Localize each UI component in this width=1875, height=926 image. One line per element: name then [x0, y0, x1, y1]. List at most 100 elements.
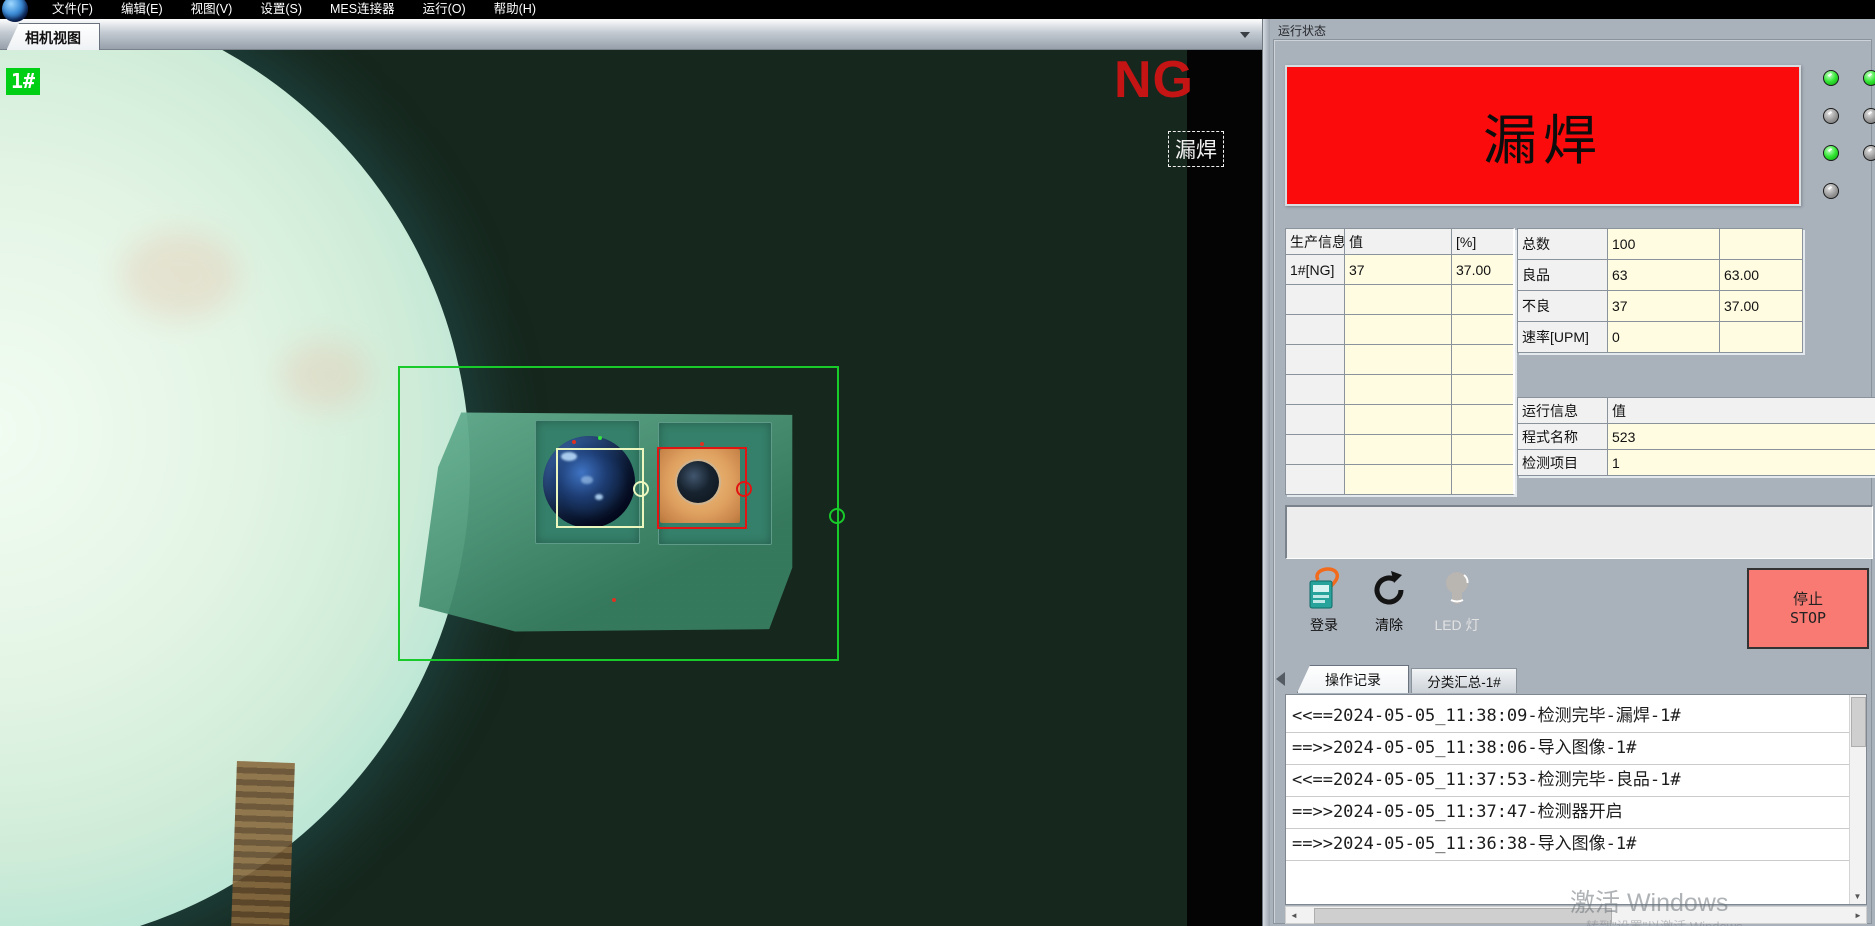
row-label: 良品: [1518, 260, 1607, 290]
led-lamp-icon: [1437, 567, 1477, 611]
camera-tab-strip: 相机视图: [0, 19, 1262, 50]
menu-bar: 文件(F) 编辑(E) 视图(V) 设置(S) MES连接器 运行(O) 帮助(…: [0, 0, 1875, 19]
windows-activation-watermark-line2: 转到"设置"以激活 Windows。: [1586, 916, 1756, 926]
menu-run[interactable]: 运行(O): [409, 0, 480, 19]
roi-rectangle: [398, 366, 839, 661]
led-indicator: [1823, 108, 1839, 124]
disc-blotch: [280, 340, 370, 410]
menu-mes-connector[interactable]: MES连接器: [316, 0, 409, 19]
clear-button[interactable]: 清除: [1359, 567, 1419, 635]
defect-tag: 漏焊: [1168, 131, 1224, 167]
table-cell: [1452, 345, 1513, 374]
log-entry: <<==2024-05-05_11:37:53-检测完毕-良品-1#: [1286, 765, 1866, 797]
table-cell: [1286, 435, 1344, 464]
table-cell: [1345, 345, 1451, 374]
table-cell: [1720, 322, 1802, 352]
roi-notch: [829, 508, 845, 524]
login-icon: [1304, 567, 1344, 611]
scroll-right-arrow-icon[interactable]: ►: [1850, 907, 1866, 923]
table-cell: [1452, 375, 1513, 404]
status-panel: 运行状态 漏焊 生产信息 值 [%] 1#[NG] 37 37.00: [1270, 19, 1875, 926]
table-cell: 37.00: [1452, 255, 1513, 284]
menu-edit[interactable]: 编辑(E): [107, 0, 177, 19]
column-header: 运行信息: [1518, 398, 1607, 423]
table-cell: 523: [1608, 424, 1875, 449]
scroll-down-arrow-icon[interactable]: ▼: [1851, 889, 1864, 903]
table-cell: [1345, 315, 1451, 344]
production-table: 生产信息 值 [%] 1#[NG] 37 37.00: [1285, 228, 1515, 495]
log-vertical-scrollbar[interactable]: ▼: [1849, 695, 1866, 904]
led-indicator: [1823, 145, 1839, 161]
tab-scroll-left-icon[interactable]: [1276, 672, 1285, 686]
row-label: 检测项目: [1518, 450, 1607, 475]
scrollbar-thumb[interactable]: [1314, 908, 1612, 924]
row-label: 不良: [1518, 291, 1607, 321]
column-header: 值: [1345, 229, 1451, 254]
camera-letterbox: [1187, 50, 1262, 926]
tab-operation-log[interactable]: 操作记录: [1297, 665, 1409, 693]
row-label: 速率[UPM]: [1518, 322, 1607, 352]
totals-table: 总数 100 良品 63 63.00 不良 37 37.00 速率[UPM] 0: [1517, 228, 1803, 353]
table-cell: [1452, 435, 1513, 464]
stop-button[interactable]: 停止 STOP: [1747, 568, 1869, 649]
chevron-down-icon[interactable]: [1240, 32, 1250, 38]
table-cell: [1452, 405, 1513, 434]
table-cell: 63: [1608, 260, 1719, 290]
menu-file[interactable]: 文件(F): [38, 0, 107, 19]
clear-label: 清除: [1375, 615, 1403, 635]
table-cell: 37: [1608, 291, 1719, 321]
scroll-left-arrow-icon[interactable]: ◄: [1286, 907, 1302, 923]
table-cell: [1345, 435, 1451, 464]
table-cell: [1286, 345, 1344, 374]
row-label: 总数: [1518, 229, 1607, 259]
table-cell: [1345, 375, 1451, 404]
camera-viewport[interactable]: 1# NG 漏焊: [0, 50, 1262, 926]
disc-blotch: [120, 230, 240, 320]
led-indicator: [1823, 183, 1839, 199]
station-badge: 1#: [6, 68, 40, 95]
clear-icon: [1369, 567, 1409, 611]
operation-log-list: <<==2024-05-05_11:38:09-检测完毕-漏焊-1# ==>>2…: [1285, 694, 1867, 905]
table-cell: [1345, 405, 1451, 434]
login-button[interactable]: 登录: [1294, 567, 1354, 635]
table-cell: 1: [1608, 450, 1875, 475]
log-entry: ==>>2024-05-05_11:37:47-检测器开启: [1286, 797, 1866, 829]
led-indicator: [1863, 108, 1875, 124]
table-cell: [1345, 285, 1451, 314]
table-cell: 63.00: [1720, 260, 1802, 290]
menu-help[interactable]: 帮助(H): [480, 0, 550, 19]
run-info-table: 运行信息 值 程式名称 523 检测项目 1: [1517, 397, 1875, 476]
panel-splitter[interactable]: [1262, 19, 1270, 926]
login-label: 登录: [1310, 615, 1338, 635]
led-light-button[interactable]: LED 灯: [1427, 567, 1487, 635]
table-cell: [1452, 315, 1513, 344]
windows-activation-watermark: 激活 Windows: [1570, 883, 1728, 919]
log-entry: ==>>2024-05-05_11:36:38-导入图像-1#: [1286, 829, 1866, 861]
menu-view[interactable]: 视图(V): [177, 0, 247, 19]
camera-fixture-strip: [231, 761, 295, 926]
table-cell: 1#[NG]: [1286, 255, 1344, 284]
tab-camera-view[interactable]: 相机视图: [6, 23, 100, 51]
column-header: 生产信息: [1286, 229, 1344, 254]
table-cell: [1286, 315, 1344, 344]
table-cell: [1720, 229, 1802, 259]
log-entry: ==>>2024-05-05_11:38:06-导入图像-1#: [1286, 733, 1866, 765]
menu-settings[interactable]: 设置(S): [246, 0, 316, 19]
table-cell: 37: [1345, 255, 1451, 284]
table-cell: [1452, 465, 1513, 494]
led-light-label: LED 灯: [1434, 615, 1479, 635]
message-box: [1285, 505, 1873, 559]
column-header: [%]: [1452, 229, 1513, 254]
scrollbar-thumb[interactable]: [1851, 697, 1866, 747]
table-cell: [1345, 465, 1451, 494]
alarm-banner-text: 漏焊: [1483, 96, 1603, 175]
table-cell: [1286, 465, 1344, 494]
table-cell: [1452, 285, 1513, 314]
row-label: 程式名称: [1518, 424, 1607, 449]
tab-category-summary[interactable]: 分类汇总-1#: [1411, 668, 1517, 693]
log-entry: <<==2024-05-05_11:38:09-检测完毕-漏焊-1#: [1286, 701, 1866, 733]
app-window: 文件(F) 编辑(E) 视图(V) 设置(S) MES连接器 运行(O) 帮助(…: [0, 0, 1875, 926]
led-indicator: [1863, 145, 1875, 161]
status-panel-title: 运行状态: [1278, 22, 1326, 39]
stop-label-en: STOP: [1790, 609, 1826, 628]
